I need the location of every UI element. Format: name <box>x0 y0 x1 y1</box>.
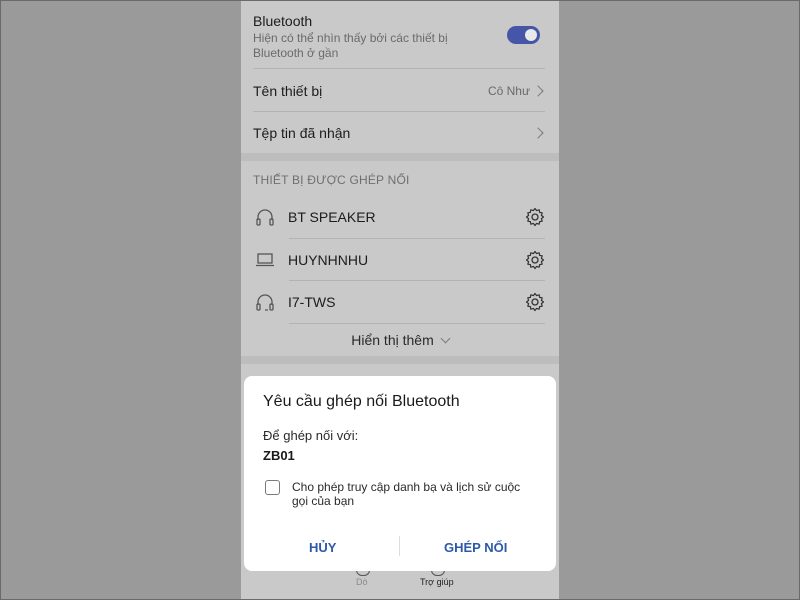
paired-device-row[interactable]: HUYNHNHU <box>253 248 545 272</box>
bluetooth-subtitle: Hiện có thể nhìn thấy bởi các thiết bị B… <box>253 31 448 60</box>
chevron-right-icon <box>532 127 544 139</box>
bluetooth-toggle[interactable] <box>507 26 540 44</box>
divider <box>289 323 545 324</box>
gear-icon[interactable] <box>525 207 545 227</box>
gear-icon[interactable] <box>525 292 545 312</box>
device-name: HUYNHNHU <box>288 252 369 268</box>
laptop-icon <box>253 250 277 270</box>
bluetooth-title: Bluetooth <box>253 13 313 29</box>
gear-icon[interactable] <box>525 250 545 270</box>
contacts-access-checkbox[interactable] <box>265 480 280 495</box>
paired-devices-header: THIẾT BỊ ĐƯỢC GHÉP NỐI <box>253 173 410 187</box>
headset-icon <box>253 292 277 312</box>
device-name-label: Tên thiết bị <box>253 83 323 99</box>
cancel-button[interactable]: HỦY <box>309 540 336 555</box>
chevron-down-icon <box>440 333 451 344</box>
paired-device-row[interactable]: BT SPEAKER <box>253 205 545 229</box>
bluetooth-settings-section: Bluetooth Hiện có thể nhìn thấy bởi các … <box>241 0 559 153</box>
button-divider <box>399 536 400 556</box>
divider <box>253 68 545 69</box>
pairing-request-dialog: Yêu cầu ghép nối Bluetooth Để ghép nối v… <box>244 376 556 571</box>
contacts-access-label[interactable]: Cho phép truy cập danh bạ và lịch sử cuộ… <box>292 480 537 508</box>
divider <box>253 111 545 112</box>
device-name: I7-TWS <box>288 294 336 310</box>
divider <box>289 238 545 239</box>
paired-device-row[interactable]: I7-TWS <box>253 290 545 314</box>
divider <box>289 280 545 281</box>
received-files-label: Tệp tin đã nhận <box>253 125 351 141</box>
dialog-title: Yêu cầu ghép nối Bluetooth <box>263 393 460 410</box>
chevron-right-icon <box>532 85 544 97</box>
received-files-row[interactable]: Tệp tin đã nhận <box>253 122 545 144</box>
device-name: BT SPEAKER <box>288 209 376 225</box>
pairing-device-name: ZB01 <box>263 448 295 463</box>
pair-button[interactable]: GHÉP NỐI <box>444 540 507 555</box>
device-name-value: Cô Như <box>487 84 530 98</box>
nav-help-label[interactable]: Trợ giúp <box>420 577 454 587</box>
headphones-icon <box>253 207 277 227</box>
pair-with-label: Để ghép nối với: <box>263 428 359 443</box>
show-more-button[interactable]: Hiển thị thêm <box>241 332 559 348</box>
paired-devices-section: THIẾT BỊ ĐƯỢC GHÉP NỐI BT SPEAKER HUYNHN… <box>241 161 559 356</box>
device-name-row[interactable]: Tên thiết bị Cô Như <box>253 80 545 102</box>
nav-scan-label[interactable]: Dò <box>356 577 368 587</box>
show-more-label: Hiển thị thêm <box>351 332 434 348</box>
toggle-knob <box>525 29 537 41</box>
